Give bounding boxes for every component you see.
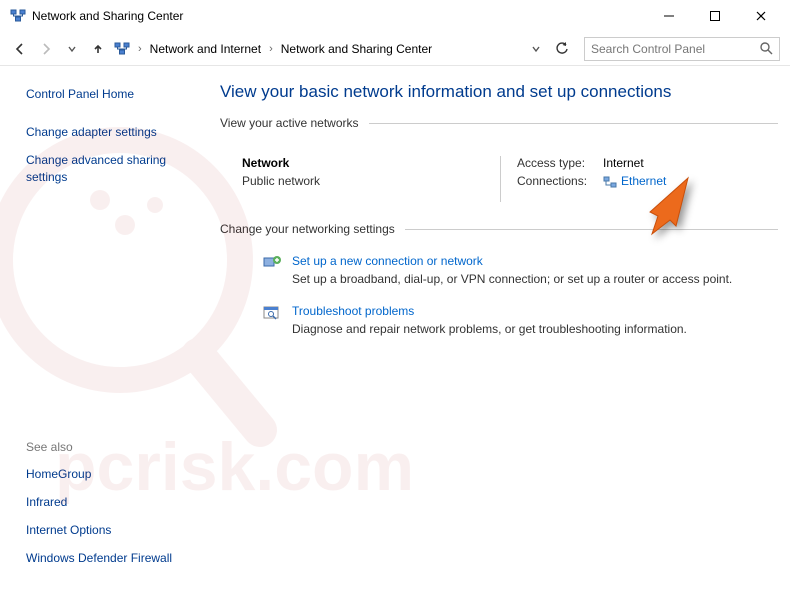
vertical-divider [500, 156, 501, 202]
network-name: Network [242, 156, 500, 170]
network-center-icon [114, 41, 130, 57]
up-button[interactable] [88, 39, 108, 59]
section-networking-settings: Change your networking settings [220, 222, 778, 236]
sidebar-item-advanced-sharing[interactable]: Change advanced sharing settings [26, 152, 192, 184]
sidebar: Control Panel Home Change adapter settin… [0, 78, 202, 579]
chevron-right-icon: › [269, 43, 273, 55]
option-setup-connection: Set up a new connection or network Set u… [220, 254, 778, 304]
seealso-firewall[interactable]: Windows Defender Firewall [26, 550, 192, 566]
titlebar: Network and Sharing Center [0, 0, 790, 32]
setup-connection-icon [262, 254, 282, 274]
access-type-value: Internet [603, 156, 644, 170]
ethernet-icon [603, 176, 617, 188]
content-area: Control Panel Home Change adapter settin… [0, 66, 790, 579]
setup-connection-link[interactable]: Set up a new connection or network [292, 254, 732, 268]
network-info: Network Public network Access type: Inte… [220, 148, 778, 222]
section-active-networks: View your active networks [220, 116, 778, 130]
setup-connection-desc: Set up a broadband, dial-up, or VPN conn… [292, 272, 732, 286]
breadcrumb-parent[interactable]: Network and Internet [150, 42, 261, 56]
seealso-internet-options[interactable]: Internet Options [26, 522, 192, 538]
access-type-label: Access type: [517, 156, 603, 170]
troubleshoot-icon [262, 304, 282, 324]
section-label: View your active networks [220, 116, 359, 130]
breadcrumb-current[interactable]: Network and Sharing Center [281, 42, 432, 56]
see-also-label: See also [26, 440, 192, 454]
connections-label: Connections: [517, 174, 603, 188]
page-title: View your basic network information and … [220, 82, 778, 102]
divider [369, 123, 778, 124]
troubleshoot-desc: Diagnose and repair network problems, or… [292, 322, 687, 336]
seealso-homegroup[interactable]: HomeGroup [26, 466, 192, 482]
chevron-right-icon: › [138, 43, 142, 55]
sidebar-item-adapter-settings[interactable]: Change adapter settings [26, 124, 192, 140]
refresh-button[interactable] [552, 39, 572, 59]
recent-dropdown-button[interactable] [62, 39, 82, 59]
connection-value: Ethernet [621, 174, 666, 188]
address-dropdown-button[interactable] [526, 39, 546, 59]
connection-link[interactable]: Ethernet [603, 174, 666, 188]
navbar: › Network and Internet › Network and Sha… [0, 32, 790, 66]
network-type: Public network [242, 174, 500, 188]
minimize-button[interactable] [646, 1, 692, 31]
window-title: Network and Sharing Center [32, 9, 646, 23]
maximize-button[interactable] [692, 1, 738, 31]
section-label: Change your networking settings [220, 222, 395, 236]
network-center-icon [10, 8, 26, 24]
main-panel: View your basic network information and … [202, 78, 790, 579]
close-button[interactable] [738, 1, 784, 31]
search-input[interactable]: Search Control Panel [584, 37, 780, 61]
divider [405, 229, 778, 230]
seealso-infrared[interactable]: Infrared [26, 494, 192, 510]
forward-button[interactable] [36, 39, 56, 59]
back-button[interactable] [10, 39, 30, 59]
search-placeholder: Search Control Panel [591, 42, 760, 56]
option-troubleshoot: Troubleshoot problems Diagnose and repai… [220, 304, 778, 354]
search-icon [760, 42, 773, 55]
control-panel-home-link[interactable]: Control Panel Home [26, 86, 192, 102]
troubleshoot-link[interactable]: Troubleshoot problems [292, 304, 687, 318]
